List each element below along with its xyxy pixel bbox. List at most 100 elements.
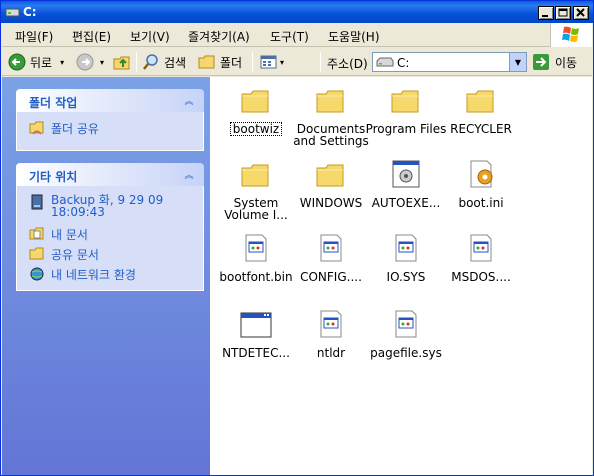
address-dropdown-icon[interactable]: ▼ — [509, 53, 526, 71]
folder-tasks-body: 폴더 공유 — [16, 112, 204, 151]
menu-edit[interactable]: 편집(E) — [72, 28, 111, 45]
backup-link[interactable]: Backup 화, 9 29 09 18:09:43 — [29, 194, 179, 218]
file-name: NTDETEC... — [222, 346, 290, 360]
my-documents-link[interactable]: 내 문서 — [29, 226, 88, 243]
toolbar: 뒤로 ▾ ▾ 검색 폴더 ▾ 주소(D) C: ▼ 이동 — [2, 48, 592, 76]
back-dropdown-icon[interactable]: ▾ — [60, 58, 64, 67]
forward-button[interactable]: ▾ — [76, 52, 104, 72]
go-label: 이동 — [555, 55, 578, 70]
menu-file[interactable]: 파일(F) — [15, 28, 53, 45]
drive-icon — [31, 194, 43, 210]
file-name: ntldr — [316, 346, 346, 360]
other-places-panel: 기타 위치 ︽ Backup 화, 9 29 09 18:09:43 내 문서 … — [16, 163, 204, 291]
folder-icon — [241, 164, 269, 187]
window-title: C: — [23, 5, 37, 19]
folders-icon — [198, 55, 215, 69]
back-label: 뒤로 — [30, 55, 53, 70]
search-label: 검색 — [164, 55, 187, 70]
search-button[interactable]: 검색 — [142, 52, 186, 72]
shared-documents-link[interactable]: 공유 문서 — [29, 246, 99, 263]
system-file-icon — [395, 310, 417, 338]
folder-icon — [316, 90, 344, 113]
file-name: AUTOEXE... — [371, 196, 441, 210]
back-button[interactable]: 뒤로 ▾ — [8, 52, 64, 72]
task-pane: 폴더 작업 ︽ 폴더 공유 기타 위치 ︽ Backup 화, 9 29 09 … — [2, 77, 210, 475]
file-list: bootwiz Documents and Settings Program F… — [210, 77, 592, 475]
menu-help[interactable]: 도움말(H) — [328, 28, 380, 45]
folder-icon — [316, 164, 344, 187]
drive-icon — [376, 57, 394, 67]
menu-tools[interactable]: 도구(T) — [270, 28, 309, 45]
up-folder-icon — [113, 56, 130, 70]
explorer-window: C: 파일(F) 편집(E) 보기(V) 즐겨찾기(A) 도구(T) 도움말(H… — [0, 0, 594, 476]
folder-tasks-header[interactable]: 폴더 작업 ︽ — [16, 89, 204, 112]
views-dropdown-icon: ▾ — [280, 57, 285, 67]
network-globe-icon — [30, 267, 44, 281]
my-network-label: 내 네트워크 환경 — [51, 268, 136, 282]
my-documents-icon — [29, 227, 44, 240]
file-name: WINDOWS — [299, 196, 363, 210]
menu-bar: 파일(F) 편집(E) 보기(V) 즐겨찾기(A) 도구(T) 도움말(H) — [2, 23, 592, 47]
views-icon — [260, 55, 277, 69]
menu-favorites[interactable]: 즐겨찾기(A) — [188, 28, 250, 45]
folder-tasks-panel: 폴더 작업 ︽ 폴더 공유 — [16, 89, 204, 151]
system-file-icon — [320, 310, 342, 338]
other-places-title: 기타 위치 — [29, 170, 78, 184]
collapse-chevron-icon[interactable]: ︽ — [182, 167, 196, 181]
other-places-body: Backup 화, 9 29 09 18:09:43 내 문서 공유 문서 내 … — [16, 186, 204, 291]
folder-tasks-title: 폴더 작업 — [29, 96, 78, 110]
forward-arrow-icon — [76, 53, 94, 71]
address-bar[interactable]: C: ▼ — [372, 52, 527, 72]
system-file-icon — [470, 234, 492, 262]
address-value: C: — [397, 56, 410, 70]
windows-logo — [550, 23, 592, 47]
content-area: 폴더 작업 ︽ 폴더 공유 기타 위치 ︽ Backup 화, 9 29 09 … — [2, 77, 592, 475]
menu-view[interactable]: 보기(V) — [130, 28, 170, 45]
file-name: CONFIG.... — [300, 270, 362, 284]
collapse-chevron-icon[interactable]: ︽ — [182, 93, 196, 107]
forward-dropdown-icon[interactable]: ▾ — [100, 58, 104, 67]
views-button[interactable]: ▾ — [260, 52, 284, 72]
shared-folder-icon — [29, 247, 44, 260]
ini-file-icon — [470, 160, 493, 188]
file-name: Documents and Settings — [293, 122, 369, 148]
drive-icon — [5, 8, 20, 17]
file-name: RECYCLER — [450, 122, 512, 136]
file-name: Program Files — [365, 122, 447, 136]
application-icon — [240, 312, 272, 338]
file-name: bootfont.bin — [219, 270, 293, 284]
title-bar[interactable]: C: — [1, 1, 593, 23]
up-folder-button[interactable] — [112, 52, 132, 72]
folder-icon — [241, 90, 269, 113]
share-folder-icon — [29, 121, 44, 135]
backup-label: Backup 화, 9 29 09 18:09:43 — [51, 193, 164, 219]
folders-label: 폴더 — [220, 55, 243, 70]
other-places-header[interactable]: 기타 위치 ︽ — [16, 163, 204, 186]
search-icon — [143, 54, 158, 70]
file-name: MSDOS.... — [451, 270, 511, 284]
go-arrow-icon — [533, 54, 549, 70]
address-label: 주소(D) — [327, 57, 368, 71]
go-button[interactable]: 이동 — [532, 52, 577, 72]
file-name: pagefile.sys — [370, 346, 442, 360]
shared-documents-label: 공유 문서 — [51, 248, 99, 262]
system-file-icon — [395, 234, 417, 262]
minimize-button[interactable] — [538, 6, 554, 20]
close-button[interactable] — [573, 6, 589, 20]
file-name: System Volume I... — [224, 196, 288, 222]
share-folder-label: 폴더 공유 — [51, 122, 99, 136]
system-file-icon — [320, 234, 342, 262]
system-file-icon — [245, 234, 267, 262]
my-documents-label: 내 문서 — [51, 228, 88, 242]
folder-icon — [466, 90, 494, 113]
folders-button[interactable]: 폴더 — [198, 52, 242, 72]
back-arrow-icon — [8, 53, 26, 71]
folder-icon — [391, 90, 419, 113]
maximize-button[interactable] — [555, 6, 571, 20]
my-network-link[interactable]: 내 네트워크 환경 — [29, 266, 136, 283]
file-name: IO.SYS — [386, 270, 426, 284]
file-name: bootwiz — [230, 122, 282, 136]
batch-file-icon — [392, 160, 420, 188]
share-folder-link[interactable]: 폴더 공유 — [29, 120, 99, 137]
file-name: boot.ini — [458, 196, 504, 210]
